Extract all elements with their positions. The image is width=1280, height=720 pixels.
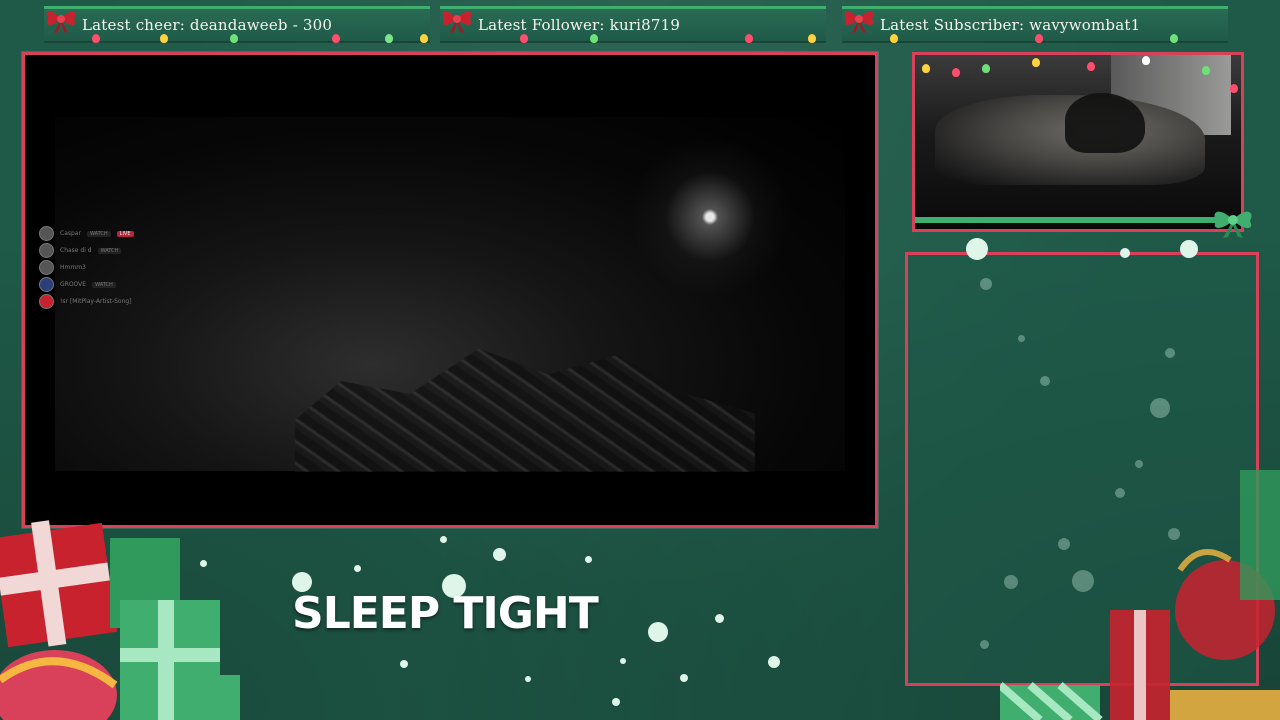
light-bulb	[1032, 58, 1040, 67]
snow-dot	[400, 660, 408, 668]
snow-dot	[768, 656, 780, 668]
ticker-label: Latest Subscriber: wavywombat1	[880, 16, 1141, 34]
light-bulb	[982, 64, 990, 73]
snow-dot	[680, 674, 688, 682]
voice-chat-member: Caspar WATCH LIVE	[39, 225, 134, 242]
light-bulb	[808, 34, 816, 43]
avatar	[39, 277, 54, 292]
snow-dot	[612, 698, 620, 706]
bow-icon	[46, 11, 76, 33]
snow-dot	[1072, 570, 1094, 592]
voice-chat-badge: WATCH	[92, 281, 116, 288]
voice-chat-name: Caspar	[60, 230, 81, 237]
snow-dot	[1120, 248, 1130, 258]
snow-dot	[1165, 348, 1175, 358]
voice-chat-badge: WATCH	[97, 247, 122, 254]
snow-dot	[1040, 376, 1050, 386]
light-bulb	[590, 34, 598, 43]
light-bulb	[1035, 34, 1043, 43]
voice-chat-name: !sr [MitPlay-Artist-Song]	[60, 298, 132, 305]
voice-chat-member: Chase di d WATCH	[39, 242, 134, 259]
gift-decoration	[1000, 470, 1280, 720]
ticker-label: Latest Follower: kuri8719	[478, 16, 681, 34]
bow-icon	[1214, 211, 1252, 238]
voice-chat-badge: WATCH	[86, 230, 111, 237]
ticker-label: Latest cheer: deandaweeb - 300	[82, 16, 333, 34]
light-bulb	[92, 34, 100, 43]
light-bulb	[890, 34, 898, 43]
snow-dot	[1168, 528, 1180, 540]
light-bulb	[1230, 84, 1238, 93]
snow-dot	[585, 556, 592, 563]
avatar	[39, 294, 54, 309]
avatar	[39, 260, 54, 275]
light-bulb	[1142, 56, 1150, 65]
light-bulb	[1170, 34, 1178, 43]
light-bulb	[520, 34, 528, 43]
light-bulb	[332, 34, 340, 43]
string-lights	[0, 34, 1280, 46]
snow-dot	[620, 658, 626, 664]
snow-dot	[1018, 335, 1025, 342]
light-bulb	[1202, 66, 1210, 75]
stream-caption: SLEEP TIGHT	[292, 588, 599, 639]
snow-dot	[1058, 538, 1070, 550]
snow-dot	[980, 278, 992, 290]
voice-chat-name: Chase di d	[60, 247, 92, 254]
snow-dot	[493, 548, 506, 561]
voice-chat-name: GROOVE	[60, 281, 87, 288]
voice-chat-overlay: Caspar WATCH LIVE Chase di d WATCH Hmmm3…	[39, 225, 134, 310]
light-bulb	[420, 34, 428, 43]
snow-dot	[1115, 488, 1125, 498]
bow-icon	[442, 11, 472, 33]
snow-dot	[715, 614, 724, 623]
voice-chat-member: GROOVE WATCH	[39, 276, 134, 293]
gift-decoration	[0, 520, 240, 720]
game-scene	[55, 117, 845, 472]
light-bulb	[230, 34, 238, 43]
snow-dot	[525, 676, 531, 682]
snow-dot	[980, 640, 989, 649]
snow-dot	[1004, 575, 1018, 589]
voice-chat-member: !sr [MitPlay-Artist-Song]	[39, 293, 134, 310]
game-rubble	[295, 348, 755, 472]
snow-dot	[354, 565, 361, 572]
light-bulb	[385, 34, 393, 43]
light-bulb	[922, 64, 930, 73]
snow-dot	[648, 622, 668, 642]
avatar	[39, 243, 54, 258]
snow-dot	[1135, 460, 1143, 468]
voice-chat-member: Hmmm3	[39, 259, 134, 276]
light-bulb	[952, 68, 960, 77]
live-badge: LIVE	[116, 230, 134, 237]
webcam-ribbon	[915, 217, 1241, 223]
light-bulb	[160, 34, 168, 43]
game-capture-frame: Caspar WATCH LIVE Chase di d WATCH Hmmm3…	[22, 52, 878, 528]
light-bulb	[745, 34, 753, 43]
snow-dot	[440, 536, 447, 543]
webcam-string-lights	[912, 56, 1244, 93]
bow-icon	[844, 11, 874, 33]
snow-dot	[1150, 398, 1170, 418]
voice-chat-name: Hmmm3	[60, 264, 86, 271]
snow-dot	[966, 238, 988, 260]
snow-dot	[200, 560, 207, 567]
webcam-frame	[912, 52, 1244, 232]
light-bulb	[1087, 62, 1095, 71]
snow-dot	[1180, 240, 1198, 258]
avatar	[39, 226, 54, 241]
